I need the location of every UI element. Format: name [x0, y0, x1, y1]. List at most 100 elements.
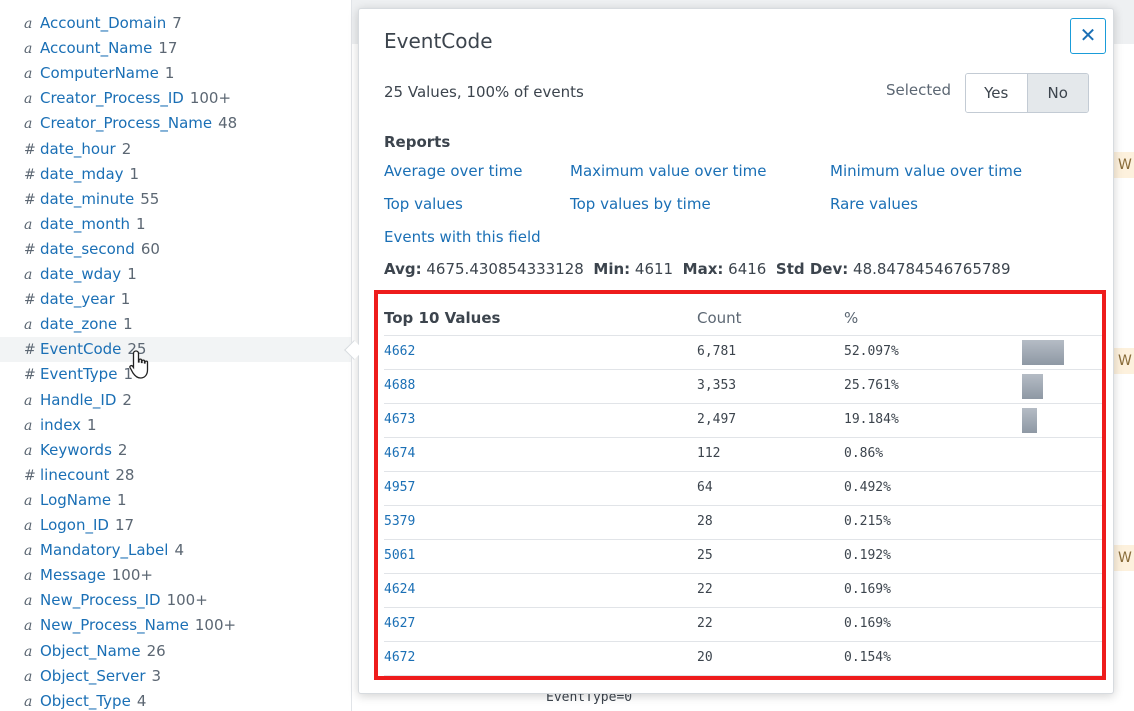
percent-cell: 0.169%: [844, 582, 891, 597]
field-item[interactable]: a Creator_Process_Name 48: [0, 111, 351, 136]
field-item[interactable]: # EventType 1: [0, 362, 351, 387]
field-count: 48: [218, 114, 238, 133]
table-row[interactable]: 4672 20 0.154%: [384, 642, 1104, 676]
field-item[interactable]: a Object_Name 26: [0, 639, 351, 664]
value-link[interactable]: 4957: [384, 480, 415, 495]
report-top-values-link[interactable]: Top values: [384, 195, 463, 213]
value-link[interactable]: 4662: [384, 344, 415, 359]
report-average-over-time-link[interactable]: Average over time: [384, 162, 522, 180]
table-row[interactable]: 4662 6,781 52.097%: [384, 336, 1104, 370]
field-name: Logon_ID: [40, 516, 109, 534]
field-item[interactable]: # date_minute 55: [0, 187, 351, 212]
field-name: New_Process_Name: [40, 616, 189, 635]
table-row[interactable]: 5379 28 0.215%: [384, 506, 1104, 540]
table-row[interactable]: 4627 22 0.169%: [384, 608, 1104, 642]
value-link[interactable]: 4688: [384, 378, 415, 393]
field-item[interactable]: a New_Process_ID 100+: [0, 588, 351, 613]
field-count: 100+: [166, 591, 208, 610]
string-type-icon: a: [24, 593, 33, 610]
field-item[interactable]: a Object_Type 4: [0, 689, 351, 711]
report-events-with-field-link[interactable]: Events with this field: [384, 228, 541, 246]
values-summary: 25 Values, 100% of events: [384, 83, 584, 101]
field-item[interactable]: a Account_Name 17: [0, 36, 351, 61]
report-minimum-value-over-time-link[interactable]: Minimum value over time: [830, 162, 1022, 180]
field-item[interactable]: # date_second 60: [0, 237, 351, 262]
string-type-icon: a: [24, 216, 33, 233]
table-row[interactable]: 4674 112 0.86%: [384, 438, 1104, 472]
field-count: 1: [164, 64, 175, 83]
count-cell: 22: [697, 582, 713, 597]
string-type-icon: a: [24, 317, 33, 334]
field-item[interactable]: # date_hour 2: [0, 137, 351, 162]
field-name: Account_Domain: [40, 14, 167, 32]
field-name: date_month: [40, 214, 131, 233]
field-item[interactable]: a Message 100+: [0, 563, 351, 588]
selected-yes-button[interactable]: Yes: [966, 74, 1028, 112]
close-button[interactable]: ✕: [1070, 18, 1106, 54]
header-top-values: Top 10 Values: [384, 309, 501, 327]
count-cell: 20: [697, 650, 713, 665]
field-count: 1: [117, 490, 127, 509]
table-row[interactable]: 4957 64 0.492%: [384, 472, 1104, 506]
table-row[interactable]: 5061 25 0.192%: [384, 540, 1104, 574]
field-count: 7: [172, 14, 182, 32]
field-item[interactable]: a date_wday 1: [0, 262, 351, 287]
table-row[interactable]: 4624 22 0.169%: [384, 574, 1104, 608]
numeric-type-icon: #: [24, 141, 36, 158]
table-row[interactable]: 4673 2,497 19.184%: [384, 404, 1104, 438]
value-link[interactable]: 4624: [384, 582, 415, 597]
report-maximum-value-over-time-link[interactable]: Maximum value over time: [570, 162, 767, 180]
std-dev-label: Std Dev:: [775, 260, 849, 278]
field-count: 55: [140, 189, 160, 208]
field-item[interactable]: a LogName 1: [0, 488, 351, 513]
value-link[interactable]: 4672: [384, 650, 415, 665]
field-item[interactable]: a Object_Server 3: [0, 664, 351, 689]
field-name: date_wday: [40, 265, 122, 283]
percent-cell: 0.215%: [844, 514, 891, 529]
field-count: 100+: [111, 566, 153, 585]
report-top-values-by-time-link[interactable]: Top values by time: [570, 195, 711, 213]
field-count: 100+: [189, 89, 232, 108]
event-tag: W: [1114, 152, 1134, 178]
field-item[interactable]: a date_zone 1: [0, 312, 351, 337]
table-row[interactable]: 4688 3,353 25.761%: [384, 370, 1104, 404]
value-link[interactable]: 4627: [384, 616, 415, 631]
percent-cell: 25.761%: [844, 378, 899, 393]
field-item[interactable]: # date_mday 1: [0, 162, 351, 187]
header-percent: %: [844, 309, 859, 327]
count-cell: 112: [697, 446, 721, 461]
min-label: Min:: [593, 260, 631, 278]
field-count: 2: [121, 139, 132, 158]
field-item[interactable]: a index 1: [0, 413, 351, 438]
value-link[interactable]: 5061: [384, 548, 415, 563]
table-body: 4662 6,781 52.097% 4688 3,353 25.761% 4673 2,49…: [384, 336, 1104, 676]
percent-cell: 0.192%: [844, 548, 891, 563]
string-type-icon: a: [24, 91, 33, 108]
numeric-type-icon: #: [24, 241, 36, 258]
field-item[interactable]: a date_month 1: [0, 212, 351, 237]
field-item[interactable]: a Account_Domain 7: [0, 11, 351, 36]
selected-no-button[interactable]: No: [1027, 74, 1088, 112]
report-rare-values-link[interactable]: Rare values: [830, 195, 918, 213]
field-item[interactable]: a Mandatory_Label 4: [0, 538, 351, 563]
field-count: 3: [151, 666, 162, 685]
field-item[interactable]: a New_Process_Name 100+: [0, 613, 351, 638]
field-item[interactable]: a Logon_ID 17: [0, 513, 351, 538]
table-header: Top 10 Values Count %: [384, 302, 1104, 336]
field-name: Object_Server: [40, 666, 146, 685]
field-count: 1: [127, 265, 137, 283]
value-link[interactable]: 4674: [384, 446, 415, 461]
field-item[interactable]: a Creator_Process_ID 100+: [0, 86, 351, 111]
string-type-icon: a: [24, 543, 33, 560]
value-link[interactable]: 4673: [384, 412, 415, 427]
field-item[interactable]: a Keywords 2: [0, 438, 351, 463]
field-item[interactable]: # EventCode 25: [0, 337, 351, 363]
field-item[interactable]: a ComputerName 1: [0, 61, 351, 86]
value-link[interactable]: 5379: [384, 514, 415, 529]
field-item[interactable]: a Handle_ID 2: [0, 388, 351, 413]
field-item[interactable]: # date_year 1: [0, 287, 351, 312]
field-sidebar: a Account_Domain 7 a Account_Name 17 a Computer…: [0, 0, 352, 711]
field-count: 2: [122, 390, 132, 409]
count-cell: 6,781: [697, 344, 737, 359]
field-item[interactable]: # linecount 28: [0, 463, 351, 488]
